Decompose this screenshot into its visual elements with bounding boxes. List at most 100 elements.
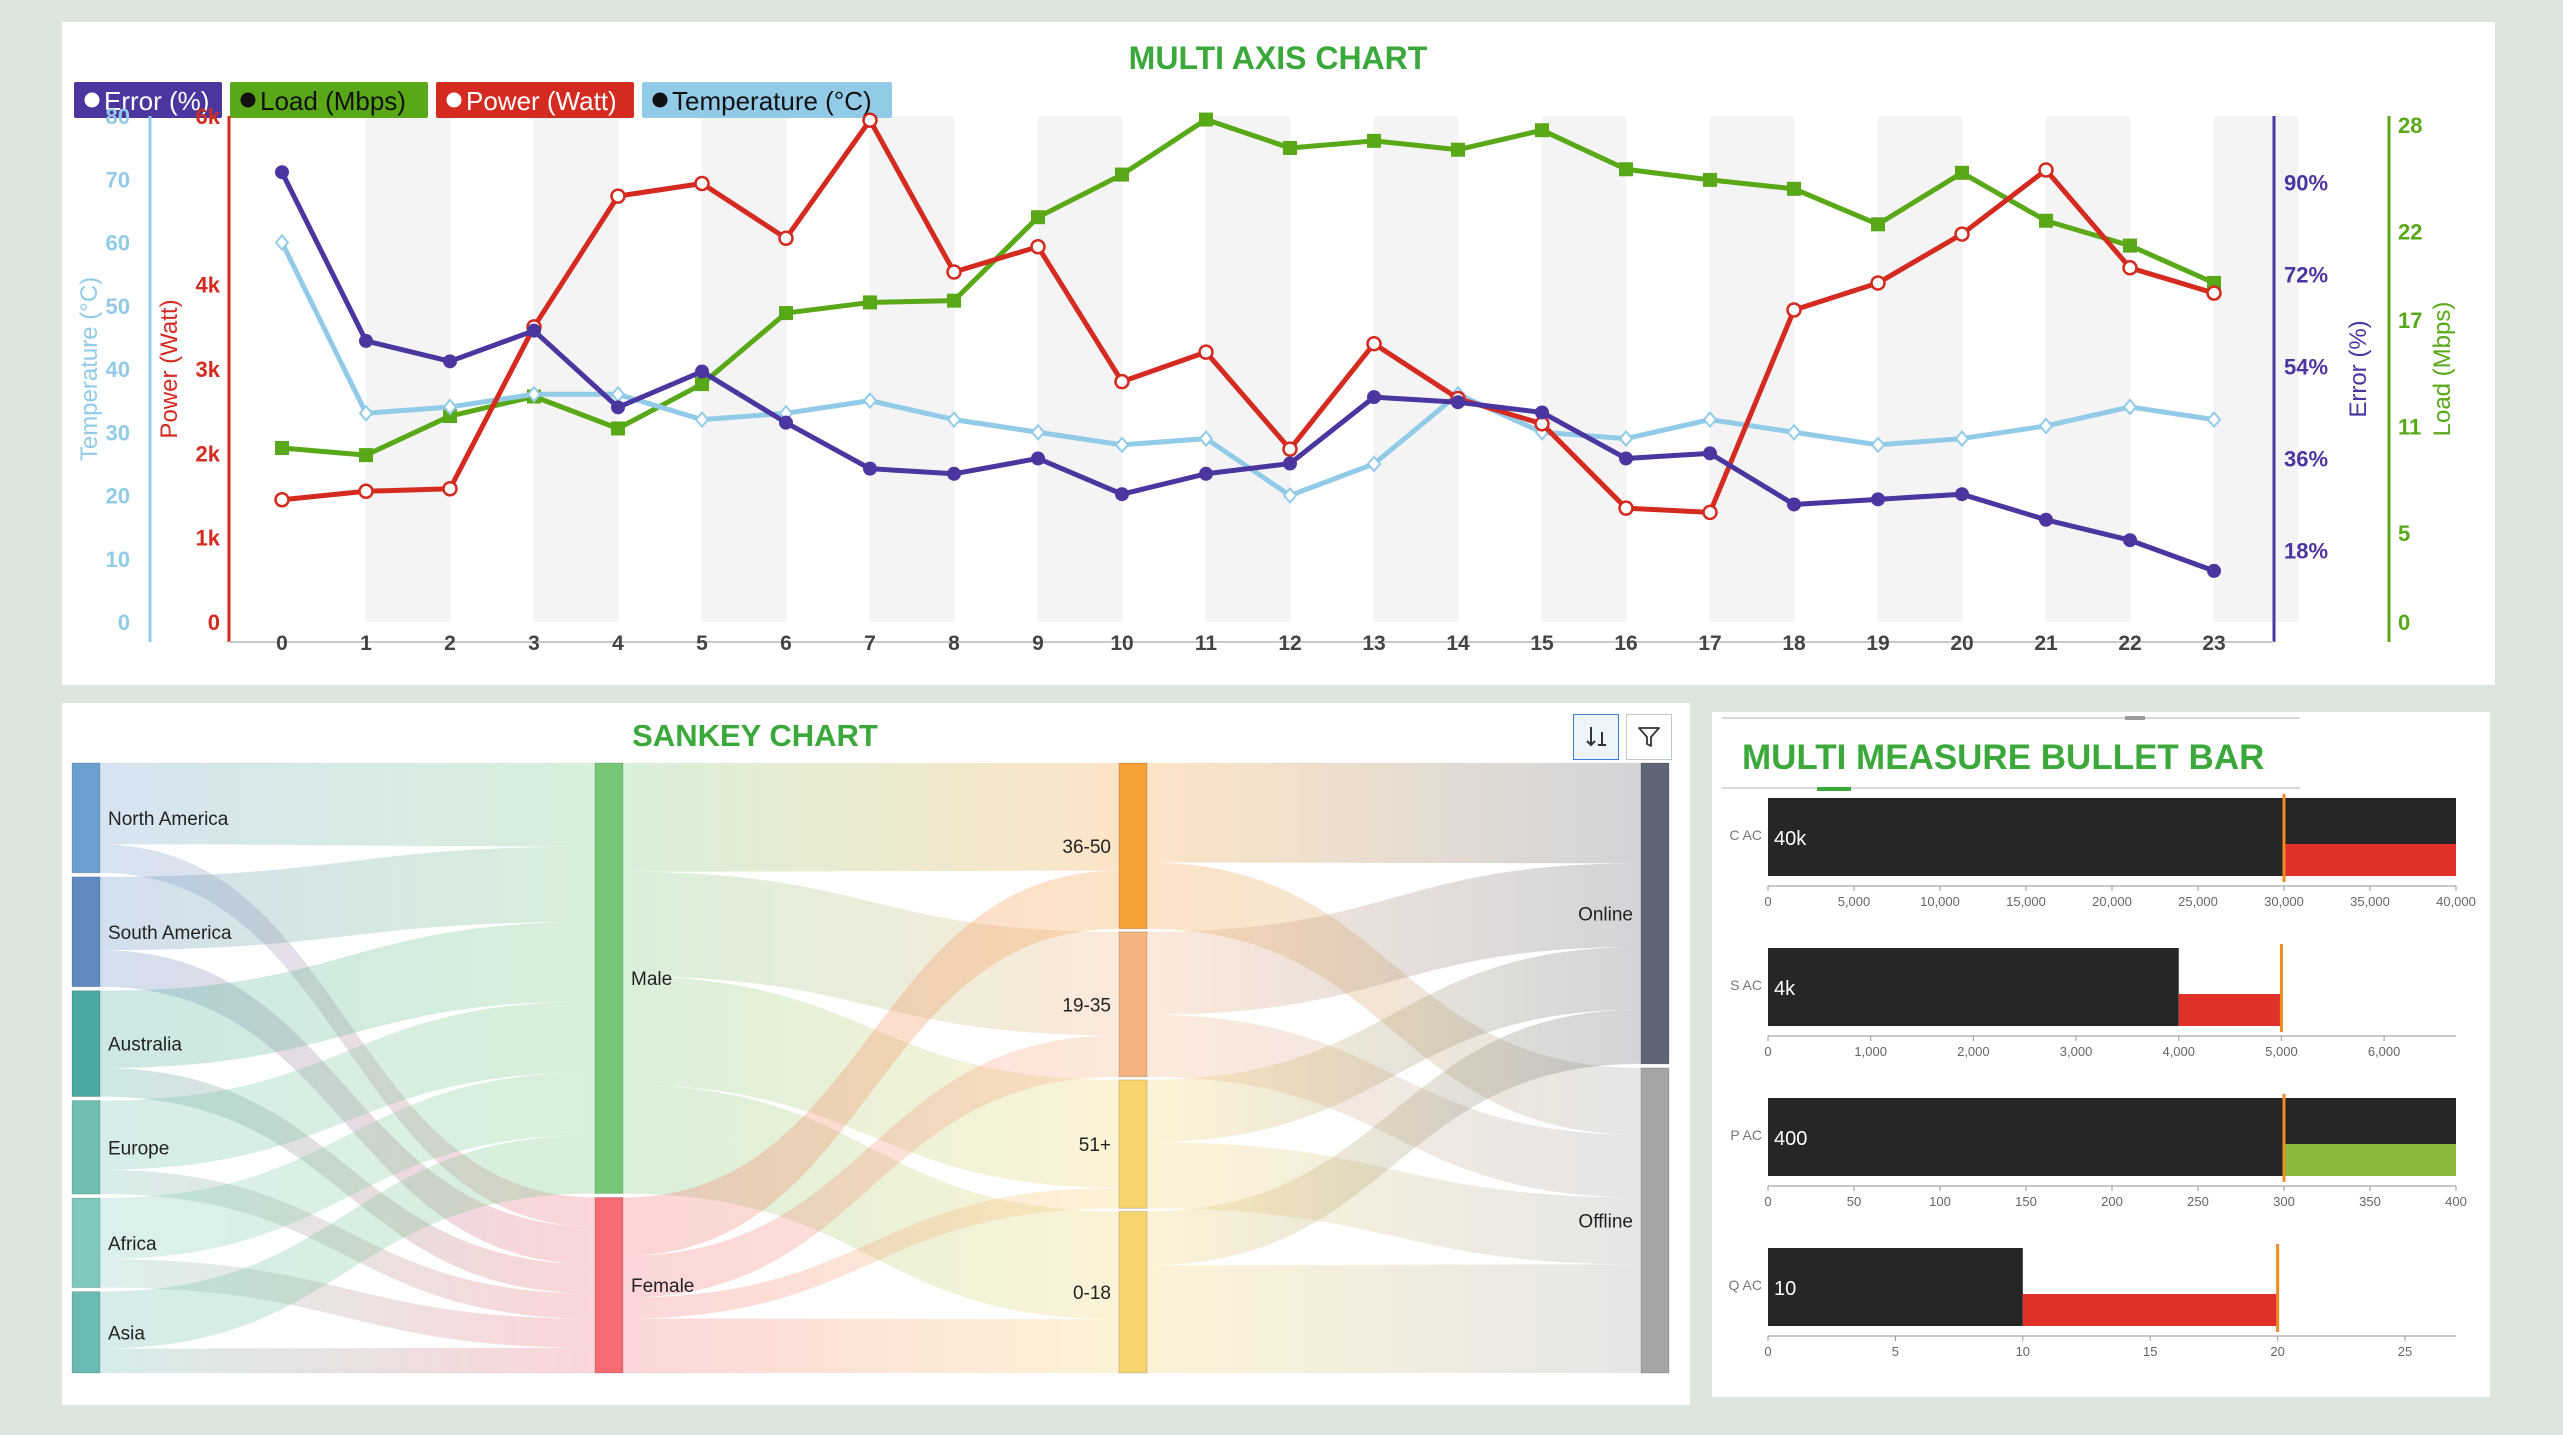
sankey-node-africa[interactable] xyxy=(71,1197,101,1289)
sankey-link-north-america-to-male[interactable] xyxy=(100,763,595,847)
data-point[interactable] xyxy=(1115,167,1129,182)
sankey-link-36-50-to-online[interactable] xyxy=(1147,763,1641,864)
data-point[interactable] xyxy=(1618,500,1634,516)
data-point[interactable] xyxy=(1619,451,1633,466)
data-point[interactable] xyxy=(1451,142,1465,157)
data-point[interactable] xyxy=(2122,260,2138,276)
sankey-link-female-to-0-18[interactable] xyxy=(623,1318,1119,1373)
data-point[interactable] xyxy=(1955,487,1969,502)
data-point[interactable] xyxy=(2039,213,2053,228)
data-point[interactable] xyxy=(1787,497,1801,512)
data-point[interactable] xyxy=(1367,390,1381,405)
sankey-node-offline[interactable] xyxy=(1640,1067,1670,1374)
data-point[interactable] xyxy=(1787,181,1801,196)
data-point[interactable] xyxy=(1030,238,1046,255)
bullet-excess-bar[interactable] xyxy=(2284,1144,2456,1176)
data-point[interactable] xyxy=(610,188,626,204)
y-tick-label: 28 xyxy=(2398,113,2422,138)
sankey-node-australia[interactable] xyxy=(71,990,101,1098)
data-point[interactable] xyxy=(443,354,457,369)
data-point[interactable] xyxy=(778,230,794,247)
sankey-link-0-18-to-offline[interactable] xyxy=(1147,1264,1641,1373)
data-point[interactable] xyxy=(1199,466,1213,481)
data-point[interactable] xyxy=(2039,512,2053,527)
data-point[interactable] xyxy=(1619,162,1633,177)
data-point[interactable] xyxy=(359,333,373,348)
data-point[interactable] xyxy=(695,377,709,392)
data-point[interactable] xyxy=(1283,456,1297,471)
sankey-node-36-50[interactable] xyxy=(1118,762,1148,930)
y-tick-label: 22 xyxy=(2398,219,2422,244)
data-point[interactable] xyxy=(1366,335,1382,352)
data-point[interactable] xyxy=(947,466,961,481)
sankey-node-north-america[interactable] xyxy=(71,762,101,874)
data-point[interactable] xyxy=(1283,140,1297,155)
data-point[interactable] xyxy=(1115,487,1129,502)
title-scroll-handle xyxy=(2125,716,2145,720)
sankey-node-male[interactable] xyxy=(594,762,624,1194)
data-point[interactable] xyxy=(1954,226,1970,242)
sankey-link-asia-to-female[interactable] xyxy=(100,1347,595,1373)
data-point[interactable] xyxy=(2038,162,2054,178)
sankey-node-europe[interactable] xyxy=(71,1100,101,1195)
sankey-link-male-to-36-50[interactable] xyxy=(623,763,1119,872)
data-point[interactable] xyxy=(1703,172,1717,187)
data-point[interactable] xyxy=(442,481,458,497)
data-point[interactable] xyxy=(2123,238,2137,253)
data-point[interactable] xyxy=(863,461,877,476)
data-point[interactable] xyxy=(1702,504,1718,521)
sankey-node-0-18[interactable] xyxy=(1118,1210,1148,1374)
sankey-node-south-america[interactable] xyxy=(71,876,101,988)
data-point[interactable] xyxy=(611,400,625,415)
data-point[interactable] xyxy=(1786,302,1802,318)
data-point[interactable] xyxy=(2123,533,2137,548)
data-point[interactable] xyxy=(1199,112,1213,127)
data-point[interactable] xyxy=(694,175,710,192)
data-point[interactable] xyxy=(1114,373,1130,390)
data-point[interactable] xyxy=(1282,441,1298,457)
data-point[interactable] xyxy=(1535,405,1549,420)
data-point[interactable] xyxy=(1451,395,1465,410)
data-point[interactable] xyxy=(779,306,793,321)
data-point[interactable] xyxy=(611,421,625,436)
data-point[interactable] xyxy=(1955,165,1969,180)
data-point[interactable] xyxy=(947,293,961,308)
legend-item-load-mbps[interactable]: Load (Mbps) xyxy=(230,82,428,118)
data-point[interactable] xyxy=(1031,210,1045,225)
sankey-node-female[interactable] xyxy=(594,1196,624,1374)
data-point[interactable] xyxy=(695,364,709,379)
legend-item-power-watt[interactable]: Power (Watt) xyxy=(436,82,634,118)
bullet-measure-bar[interactable] xyxy=(1768,948,2179,1026)
bullet-gap-bar[interactable] xyxy=(2022,1294,2278,1326)
data-point[interactable] xyxy=(358,483,374,500)
data-point[interactable] xyxy=(946,264,962,280)
data-point[interactable] xyxy=(275,165,289,180)
bullet-measure-bar[interactable] xyxy=(1768,1248,2023,1326)
data-point[interactable] xyxy=(1367,133,1381,148)
filter-button[interactable] xyxy=(1626,714,1672,760)
data-point[interactable] xyxy=(779,415,793,430)
data-point[interactable] xyxy=(359,448,373,463)
legend-item-temperature-c[interactable]: Temperature (°C) xyxy=(642,82,892,118)
data-point[interactable] xyxy=(1871,217,1885,232)
sankey-node-online[interactable] xyxy=(1640,762,1670,1065)
sankey-node-51[interactable] xyxy=(1118,1079,1148,1209)
bullet-excess-bar[interactable] xyxy=(2284,844,2456,876)
data-point[interactable] xyxy=(1198,344,1214,360)
data-point[interactable] xyxy=(1870,275,1886,291)
sankey-node-asia[interactable] xyxy=(71,1291,101,1374)
data-point[interactable] xyxy=(1535,123,1549,138)
data-point[interactable] xyxy=(2206,285,2222,301)
bullet-gap-bar[interactable] xyxy=(2178,994,2282,1026)
data-point[interactable] xyxy=(862,112,878,128)
data-point[interactable] xyxy=(275,441,289,456)
data-point[interactable] xyxy=(527,323,541,338)
data-point[interactable] xyxy=(1703,446,1717,461)
data-point[interactable] xyxy=(863,295,877,310)
data-point[interactable] xyxy=(1031,451,1045,466)
data-point[interactable] xyxy=(274,491,290,508)
data-point[interactable] xyxy=(2207,563,2221,578)
sankey-node-19-35[interactable] xyxy=(1118,931,1148,1078)
sort-button[interactable] xyxy=(1573,714,1619,760)
data-point[interactable] xyxy=(1871,492,1885,507)
